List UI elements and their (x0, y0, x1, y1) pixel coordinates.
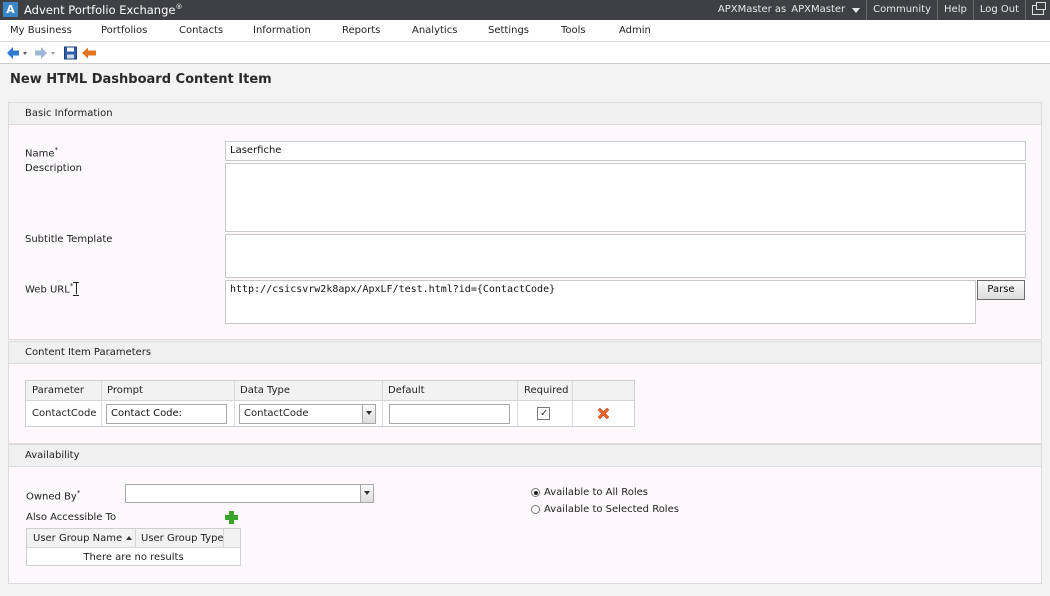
help-link[interactable]: Help (937, 0, 973, 20)
subtitle-template-label: Subtitle Template (25, 234, 113, 245)
default-input[interactable] (389, 404, 510, 424)
owned-by-select[interactable] (125, 484, 374, 503)
toolbar (0, 42, 1050, 64)
window-toggle[interactable] (1025, 0, 1050, 20)
section-title: Content Item Parameters (25, 347, 152, 358)
registered-mark: ® (175, 3, 183, 12)
community-link[interactable]: Community (866, 0, 937, 20)
user-menu[interactable]: APXMaster as APXMaster (712, 0, 866, 20)
table-header: Parameter Prompt Data Type Default Requi… (26, 381, 634, 401)
menu-my-business[interactable]: My Business (10, 25, 72, 36)
data-type-select[interactable]: ContactCode (239, 404, 376, 424)
parameters-table: Parameter Prompt Data Type Default Requi… (25, 380, 635, 427)
forward-arrow-icon[interactable] (34, 46, 58, 60)
add-icon[interactable] (225, 511, 238, 524)
parameter-name: ContactCode (32, 408, 97, 419)
column-divider (135, 529, 136, 548)
table-row: ContactCode Contact Code: ContactCode ✓ (26, 402, 634, 426)
user-prefix: APXMaster as (717, 4, 787, 15)
undo-icon[interactable] (81, 46, 97, 60)
dropdown-arrow-icon[interactable] (362, 405, 375, 423)
menu-portfolios[interactable]: Portfolios (101, 25, 147, 36)
column-header-user-group-name[interactable]: User Group Name (33, 533, 133, 544)
delete-icon[interactable] (597, 407, 610, 420)
required-checkbox[interactable]: ✓ (537, 407, 550, 420)
app-logo-icon: A (3, 2, 18, 17)
dropdown-arrow-icon[interactable] (360, 485, 373, 502)
name-field[interactable]: Laserfiche (225, 141, 1026, 161)
chevron-down-icon (852, 7, 861, 13)
title-bar: A Advent Portfolio Exchange® APXMaster a… (0, 0, 1050, 20)
parse-button[interactable]: Parse (977, 280, 1025, 300)
column-divider (223, 529, 224, 548)
app-title-text: Advent Portfolio Exchange (24, 3, 176, 17)
header-links: APXMaster as APXMaster Community Help Lo… (712, 0, 1050, 20)
menu-settings[interactable]: Settings (488, 25, 529, 36)
section-title: Availability (25, 450, 80, 461)
web-url-label: Web URL* (25, 282, 74, 296)
radio-selected-roles[interactable] (531, 505, 540, 514)
column-header: Prompt (107, 385, 143, 396)
subtitle-template-field[interactable] (225, 234, 1026, 278)
back-arrow-icon[interactable] (6, 46, 30, 60)
section-basic-information: Basic Information (8, 102, 1042, 125)
menu-contacts[interactable]: Contacts (179, 25, 223, 36)
column-header: Data Type (240, 385, 291, 396)
section-availability: Availability (8, 444, 1042, 467)
web-url-field[interactable]: http://csicsvrw2k8apx/ApxLF/test.html?id… (225, 280, 976, 324)
text-cursor-icon (73, 282, 79, 296)
radio-selected-roles-label[interactable]: Available to Selected Roles (544, 504, 679, 515)
section-title: Basic Information (25, 108, 113, 119)
column-header: Required (524, 385, 569, 396)
column-header: Default (388, 385, 425, 396)
column-header-user-group-type[interactable]: User Group Type (141, 533, 224, 544)
user-name: APXMaster (791, 4, 846, 15)
menu-tools[interactable]: Tools (561, 25, 586, 36)
menu-admin[interactable]: Admin (619, 25, 651, 36)
data-type-value: ContactCode (244, 408, 309, 419)
prompt-input[interactable]: Contact Code: (106, 404, 227, 424)
table-header: User Group Name User Group Type (27, 529, 240, 548)
owned-by-label: Owned By* (26, 489, 81, 503)
logout-link[interactable]: Log Out (972, 0, 1025, 20)
sort-ascending-icon (126, 536, 133, 540)
description-field[interactable] (225, 163, 1026, 232)
also-accessible-label: Also Accessible To (26, 512, 117, 523)
menu-reports[interactable]: Reports (342, 25, 380, 36)
name-label: Name* (25, 146, 59, 160)
column-header: Parameter (32, 385, 85, 396)
description-label: Description (25, 163, 82, 174)
check-icon: ✓ (540, 408, 549, 419)
menu-analytics[interactable]: Analytics (412, 25, 457, 36)
empty-results-text: There are no results (83, 552, 184, 563)
page-title: New HTML Dashboard Content Item (10, 72, 272, 87)
save-icon[interactable] (64, 46, 77, 60)
user-group-table: User Group Name User Group Type There ar… (26, 528, 241, 566)
section-content-item-parameters: Content Item Parameters (8, 341, 1042, 364)
app-title: Advent Portfolio Exchange® (24, 3, 182, 17)
radio-all-roles[interactable] (531, 488, 540, 497)
menu-information[interactable]: Information (253, 25, 311, 36)
radio-all-roles-label[interactable]: Available to All Roles (544, 487, 648, 498)
restore-window-icon (1032, 2, 1046, 15)
main-menu: My Business Portfolios Contacts Informat… (0, 20, 1050, 42)
